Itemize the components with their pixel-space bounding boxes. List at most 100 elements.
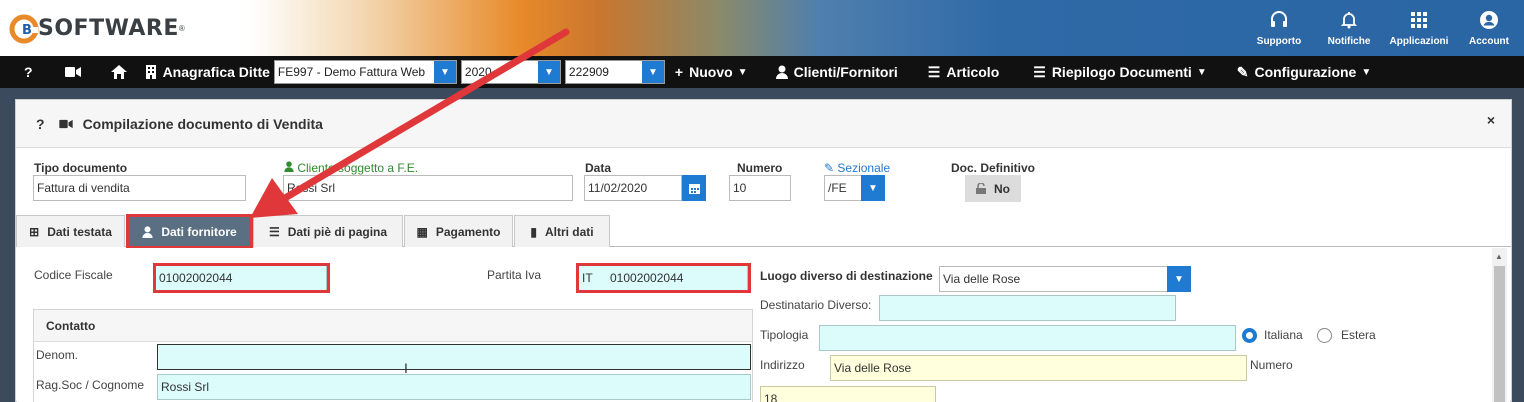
partita-iva-label: Partita Iva: [487, 268, 542, 282]
luogo-destinazione-label: Luogo diverso di destinazione: [760, 269, 933, 283]
home-button[interactable]: [101, 56, 145, 88]
italiana-label: Italiana: [1264, 328, 1303, 342]
help-button[interactable]: ?: [0, 56, 55, 88]
user-icon: [775, 65, 788, 79]
scroll-up-icon[interactable]: ▲: [1495, 252, 1503, 261]
company-select[interactable]: FE997 - Demo Fattura Web ▼: [273, 60, 457, 84]
doc-definitivo-toggle[interactable]: No: [965, 175, 1021, 202]
chevron-down-icon[interactable]: ▼: [537, 61, 560, 83]
close-button[interactable]: ×: [1487, 112, 1495, 128]
numero-civico-label: Numero: [1250, 358, 1293, 372]
tab-label: Dati testata: [47, 224, 112, 239]
list-icon: ☰: [1033, 63, 1046, 80]
logo-text: SOFTWARE: [38, 15, 179, 41]
nuovo-label: Nuovo: [689, 64, 733, 80]
italiana-radio[interactable]: [1242, 328, 1257, 343]
tab-label: Dati piè di pagina: [287, 224, 388, 239]
anagrafica-ditte-menu[interactable]: Anagrafica Ditte: [145, 56, 274, 88]
numero-label: Numero: [737, 161, 783, 175]
data-input[interactable]: 11/02/2020: [584, 175, 682, 201]
estera-label: Estera: [1341, 328, 1376, 342]
cliente-input[interactable]: Rossi Srl: [283, 175, 573, 201]
tab-dati-testata[interactable]: ⊞ Dati testata: [16, 215, 125, 247]
grid-icon: [1411, 11, 1427, 28]
bell-icon: [1340, 11, 1358, 28]
data-label: Data: [585, 161, 612, 175]
document-window: ? Compilazione documento di Vendita × Ti…: [15, 99, 1512, 402]
articolo-menu[interactable]: ☰ Articolo: [918, 56, 1023, 88]
window-titlebar: ? Compilazione documento di Vendita: [16, 100, 1511, 148]
numero-civico-input[interactable]: 18: [760, 386, 936, 402]
tab-label: Altri dati: [544, 224, 594, 239]
configurazione-menu[interactable]: ✎ Configurazione ▼: [1227, 56, 1382, 88]
chevron-down-icon[interactable]: ▼: [433, 61, 456, 83]
scrollbar-thumb[interactable]: [1494, 266, 1505, 402]
gb-software-logo[interactable]: B SOFTWARE ®: [8, 10, 185, 46]
text-cursor-icon: I: [404, 360, 408, 376]
tab-highlight-box: [126, 214, 253, 249]
articolo-label: Articolo: [946, 64, 1000, 80]
lock-icon: [976, 183, 986, 194]
cliente-label-text: Cliente soggetto a F.E.: [297, 161, 419, 175]
logo-registered: ®: [178, 23, 185, 33]
tab-pagamento[interactable]: ▦ Pagamento: [404, 215, 513, 247]
numero-input[interactable]: 10: [729, 175, 791, 201]
sezionale-label[interactable]: ✎ Sezionale: [824, 161, 890, 175]
window-title: Compilazione documento di Vendita: [82, 115, 323, 132]
code-select-value: 222909: [568, 65, 609, 79]
tipologia-input[interactable]: [819, 325, 1236, 351]
indirizzo-label: Indirizzo: [760, 358, 805, 372]
year-select-value: 2020: [464, 65, 492, 79]
sezionale-input[interactable]: /FE: [824, 175, 862, 201]
applications-button[interactable]: Applicazioni: [1384, 0, 1454, 56]
edit-icon: ✎: [1236, 63, 1249, 80]
riepilogo-documenti-menu[interactable]: ☰ Riepilogo Documenti ▼: [1023, 56, 1226, 88]
luogo-dropdown-button[interactable]: ▼: [1167, 266, 1191, 292]
help-label: ?: [24, 64, 33, 80]
vertical-scrollbar[interactable]: ▲: [1492, 248, 1507, 402]
ragsoc-label: Rag.Soc / Cognome: [36, 378, 145, 392]
video-button[interactable]: [55, 56, 101, 88]
window-help-button[interactable]: ?: [36, 116, 45, 132]
calendar-icon: ▦: [416, 224, 428, 239]
codice-fiscale-highlight: [153, 263, 330, 293]
account-button[interactable]: Account: [1454, 0, 1524, 56]
support-button[interactable]: Supporto: [1244, 0, 1314, 56]
tipologia-label: Tipologia: [760, 328, 809, 342]
nuovo-menu[interactable]: + Nuovo ▼: [669, 56, 766, 88]
estera-radio[interactable]: [1317, 328, 1332, 343]
user-circle-icon: [1480, 10, 1498, 29]
denom-input[interactable]: [157, 344, 751, 370]
sezionale-dropdown-button[interactable]: ▼: [861, 175, 885, 201]
plus-icon: +: [674, 64, 684, 80]
clienti-fornitori-menu[interactable]: Clienti/Fornitori: [766, 56, 918, 88]
table-icon: ⊞: [29, 224, 40, 239]
account-label: Account: [1469, 35, 1509, 47]
calendar-button[interactable]: [682, 175, 706, 201]
indirizzo-input[interactable]: Via delle Rose: [830, 355, 1247, 381]
clienti-fornitori-label: Clienti/Fornitori: [793, 64, 898, 80]
destinatario-input[interactable]: [879, 295, 1176, 321]
tab-dati-pie-di-pagina[interactable]: ☰ Dati piè di pagina: [253, 215, 403, 247]
user-icon: [284, 161, 294, 172]
configurazione-label: Configurazione: [1254, 64, 1357, 80]
luogo-destinazione-select[interactable]: Via delle Rose: [939, 266, 1168, 292]
chevron-down-icon[interactable]: ▼: [641, 61, 664, 83]
calendar-icon: [688, 183, 700, 194]
headset-icon: [1271, 10, 1287, 27]
company-select-value: FE997 - Demo Fattura Web: [277, 65, 426, 79]
support-label: Supporto: [1256, 35, 1302, 47]
ragsoc-input[interactable]: Rossi Srl: [157, 374, 751, 400]
contatto-title: Contatto: [34, 310, 752, 342]
tab-altri-dati[interactable]: ▮ Altri dati: [514, 215, 610, 247]
chevron-down-icon: ▼: [1174, 273, 1184, 285]
video-camera-icon[interactable]: [58, 119, 73, 129]
tipo-documento-input[interactable]: Fattura di vendita: [33, 175, 246, 201]
sezionale-label-text: Sezionale: [837, 161, 891, 175]
svg-text:B: B: [22, 23, 32, 38]
year-select[interactable]: 2020 ▼: [460, 60, 561, 84]
chevron-down-icon: ▼: [868, 182, 878, 194]
header-actions: Supporto Notifiche Applicazioni Account: [1244, 0, 1524, 56]
code-select[interactable]: 222909 ▼: [564, 60, 665, 84]
notifications-button[interactable]: Notifiche: [1314, 0, 1384, 56]
